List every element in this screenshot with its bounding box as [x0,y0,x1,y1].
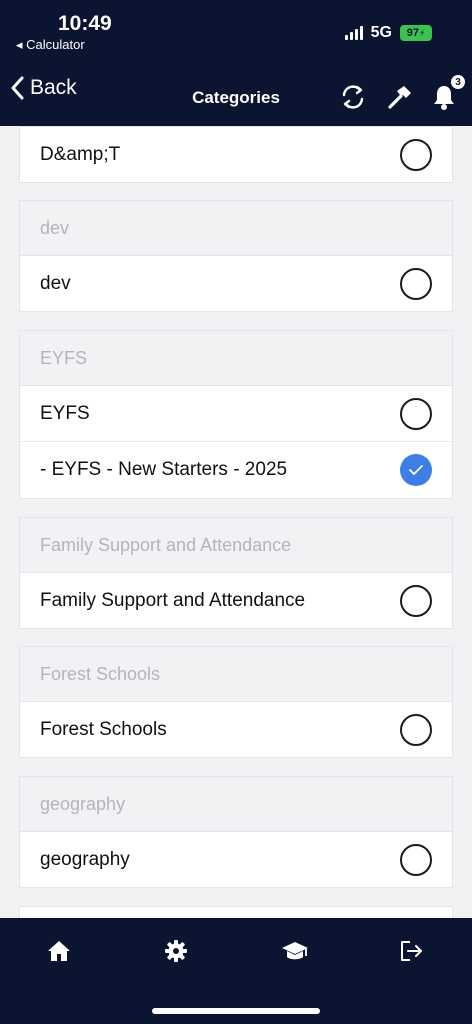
list-item[interactable]: geography [20,832,452,887]
settings-icon[interactable] [146,936,206,966]
category-group-next [19,906,453,918]
list-item[interactable]: Family Support and Attendance [20,573,452,628]
category-group-partial: D&amp;T [19,126,453,183]
list-item[interactable]: EYFS [20,386,452,441]
radio-unchecked-icon[interactable] [400,584,432,617]
list-item-label: dev [40,272,71,294]
status-time: 10:49 [58,12,112,35]
status-bar: 10:49 ◂ Calculator 5G 97 ⚡ [0,0,472,54]
list-item-label: D&amp;T [40,143,121,165]
category-group-forest-schools: Forest Schools Forest Schools [19,646,453,758]
category-group-eyfs: EYFS EYFS - EYFS - New Starters - 2025 [19,330,453,499]
list-item[interactable]: - EYFS - New Starters - 2025 [20,441,452,498]
nav-bar: Back Categories 3 [0,54,472,126]
home-icon[interactable] [29,936,89,966]
radio-unchecked-icon[interactable] [400,843,432,876]
section-header: EYFS [20,331,452,386]
back-to-app-link[interactable]: ◂ Calculator [16,37,85,53]
battery-icon: 97 ⚡ [400,25,432,41]
list-item[interactable]: Forest Schools [20,702,452,757]
list-item-label: geography [40,848,130,870]
list-item-label: Family Support and Attendance [40,589,306,611]
home-indicator[interactable] [152,1008,320,1014]
logout-icon[interactable] [382,936,442,966]
list-item[interactable]: dev [20,256,452,311]
radio-unchecked-icon[interactable] [400,138,432,171]
list-item-label: Forest Schools [40,718,167,740]
radio-unchecked-icon[interactable] [400,397,432,430]
sync-icon[interactable] [338,82,368,112]
status-right: 5G 97 ⚡ [344,24,432,42]
signal-icon [344,26,363,40]
category-group-geography: geography geography [19,776,453,888]
section-header: geography [20,777,452,832]
radio-unchecked-icon[interactable] [400,713,432,746]
category-group-family-support: Family Support and Attendance Family Sup… [19,517,453,629]
network-type: 5G [370,24,392,41]
section-header: Family Support and Attendance [20,518,452,573]
category-group-dev: dev dev [19,200,453,312]
section-header: dev [20,201,452,256]
hammer-icon[interactable] [384,82,414,112]
battery-level: 97 [406,27,419,39]
radio-unchecked-icon[interactable] [400,267,432,300]
list-item-label: EYFS [40,402,90,424]
notification-badge: 3 [450,74,466,90]
category-list[interactable]: D&amp;T dev dev EYFS EYFS - EYFS - New S… [0,126,472,918]
list-item-label: - EYFS - New Starters - 2025 [40,459,288,480]
list-item[interactable]: D&amp;T [20,127,452,182]
section-header: Forest Schools [20,647,452,702]
graduation-cap-icon[interactable] [265,936,325,966]
checkmark-icon[interactable] [400,454,432,486]
bell-icon[interactable]: 3 [430,74,466,112]
